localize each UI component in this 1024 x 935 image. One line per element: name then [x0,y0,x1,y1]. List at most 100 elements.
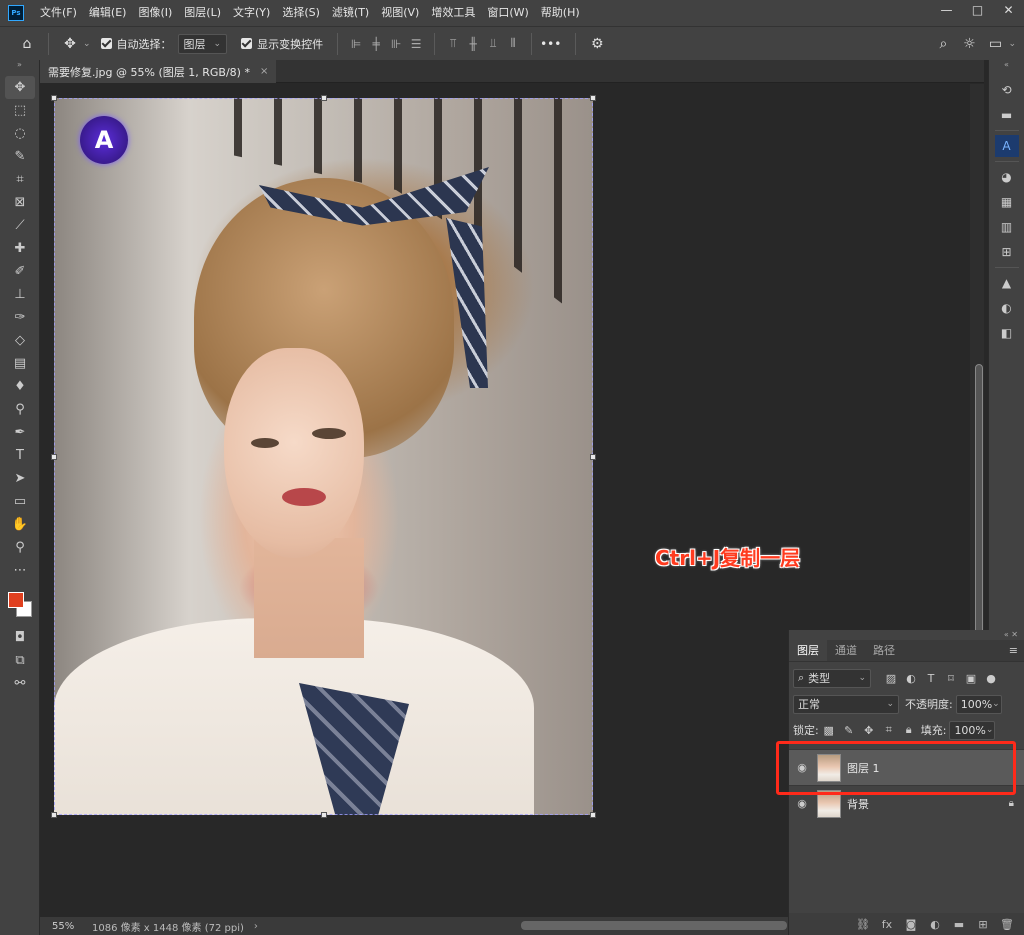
history-panel-icon[interactable]: ⟲ [995,79,1019,101]
eyedropper-tool-icon[interactable]: ⟋ [5,214,35,237]
move-tool-icon[interactable]: ✥ [5,76,35,99]
hand-tool-icon[interactable]: ✋ [5,513,35,536]
transform-handle[interactable] [51,454,57,460]
delete-layer-icon[interactable]: 🗑︎ [995,918,1019,931]
close-tab-icon[interactable]: × [260,66,268,77]
status-arrow-icon[interactable]: › [254,921,258,932]
adjustment-layer-icon[interactable]: ◐ [923,918,947,931]
transform-handle[interactable] [590,454,596,460]
frame-tool-icon[interactable]: ⊠ [5,191,35,214]
align-center-h-icon[interactable]: ╪ [366,34,386,54]
brightness-icon[interactable]: ☼ [956,31,982,57]
transform-handle[interactable] [321,95,327,101]
lock-transparent-icon[interactable]: ▩ [819,721,839,739]
rectangle-tool-icon[interactable]: ▭ [5,490,35,513]
tab-layers[interactable]: 图层 [789,640,827,661]
align-right-icon[interactable]: ⊪ [386,34,406,54]
filter-pixel-icon[interactable]: ▨ [881,669,901,687]
home-icon[interactable]: ⌂ [14,31,40,57]
align-bottom-icon[interactable]: ⫫ [483,34,503,54]
swatches-panel-icon[interactable]: ▦ [995,191,1019,213]
lock-all-icon[interactable]: 🔒︎ [899,721,919,739]
properties-panel-icon[interactable]: ◧ [995,322,1019,344]
menu-window[interactable]: 窗口(W) [481,0,534,26]
gear-icon[interactable]: ⚙ [584,31,610,57]
search-icon[interactable]: ⌕ [930,31,956,57]
gradient-tool-icon[interactable]: ▤ [5,352,35,375]
layer-filter-dropdown[interactable]: ⌕ 类型 ⌄ [793,668,871,688]
history-brush-tool-icon[interactable]: ✑ [5,306,35,329]
align-left-icon[interactable]: ⊫ [346,34,366,54]
filter-shape-icon[interactable]: ⌑ [941,669,961,687]
edit-toolbar-icon[interactable]: ⚯ [5,672,35,695]
collapse-layers-icon[interactable]: « ✕ [789,630,1024,640]
quick-mask-icon[interactable]: ◘ [5,626,35,649]
pen-tool-icon[interactable]: ✒ [5,421,35,444]
align-top-icon[interactable]: ⫪ [443,34,463,54]
chevron-down-icon[interactable]: ⌄ [1008,39,1016,49]
menu-select[interactable]: 选择(S) [276,0,326,26]
panel-menu-icon[interactable]: ≡ [1009,640,1024,661]
tab-channels[interactable]: 通道 [827,640,865,661]
transform-bounding-box[interactable] [51,95,596,818]
eraser-tool-icon[interactable]: ◇ [5,329,35,352]
close-window-button[interactable]: ✕ [993,0,1024,20]
opacity-input[interactable]: 100% ⌄ [955,694,1002,714]
path-selection-tool-icon[interactable]: ➤ [5,467,35,490]
zoom-level[interactable]: 55% [40,921,80,932]
gradients-panel-icon[interactable]: ▥ [995,216,1019,238]
document-tab[interactable]: 需要修复.jpg @ 55% (图层 1, RGB/8) * × [40,60,277,83]
add-mask-icon[interactable]: ◙ [899,918,923,931]
marquee-tool-icon[interactable]: ⬚ [5,99,35,122]
lock-image-icon[interactable]: ✎ [839,721,859,739]
adjustments-panel-icon[interactable]: ◐ [995,297,1019,319]
fx-icon[interactable]: fx [875,918,899,931]
libraries-panel-icon[interactable]: ▲ [995,272,1019,294]
lock-position-icon[interactable]: ✥ [859,721,879,739]
menu-type[interactable]: 文字(Y) [227,0,276,26]
lock-artboard-icon[interactable]: ⌗ [879,721,899,739]
collapse-toolbar-icon[interactable]: » [0,60,39,76]
auto-select-checkbox[interactable] [100,38,112,49]
filter-type-icon[interactable]: T [921,669,941,687]
menu-edit[interactable]: 编辑(E) [83,0,133,26]
zoom-tool-icon[interactable]: ⚲ [5,536,35,559]
workspace-icon[interactable]: ▭ [982,31,1008,57]
eye-icon[interactable]: ◉ [789,797,815,810]
show-transform-checkbox[interactable] [241,38,253,49]
auto-select-dropdown[interactable]: 图层 ⌄ [177,33,228,54]
color-panel-icon[interactable]: ◕ [995,166,1019,188]
menu-plugins[interactable]: 增效工具 [425,0,481,26]
quick-selection-tool-icon[interactable]: ✎ [5,145,35,168]
link-layers-icon[interactable]: ⛓ [851,918,875,931]
align-middle-v-icon[interactable]: ╫ [463,34,483,54]
blend-mode-dropdown[interactable]: 正常 ⌄ [793,694,899,714]
menu-file[interactable]: 文件(F) [34,0,83,26]
stamp-tool-icon[interactable]: ⊥ [5,283,35,306]
menu-view[interactable]: 视图(V) [375,0,425,26]
blur-tool-icon[interactable]: ♦ [5,375,35,398]
filter-adjustment-icon[interactable]: ◐ [901,669,921,687]
minimize-button[interactable]: — [931,0,962,20]
filter-toggle-icon[interactable]: ● [981,669,1001,687]
transform-handle[interactable] [590,95,596,101]
patterns-panel-icon[interactable]: ⊞ [995,241,1019,263]
new-layer-icon[interactable]: ⊞ [971,918,995,931]
brush-tool-icon[interactable]: ✐ [5,260,35,283]
transform-handle[interactable] [51,812,57,818]
foreground-color-swatch[interactable] [8,592,24,608]
move-icon[interactable]: ✥ [57,31,83,57]
menu-layer[interactable]: 图层(L) [178,0,227,26]
tab-paths[interactable]: 路径 [865,640,903,661]
lasso-tool-icon[interactable]: ◌ [5,122,35,145]
collapse-panels-icon[interactable]: « [989,60,1024,76]
maximize-button[interactable]: □ [962,0,993,20]
distribute-h-icon[interactable]: ☰ [406,34,426,54]
transform-handle[interactable] [51,95,57,101]
plugin-a-icon[interactable]: A [994,135,1019,157]
healing-brush-tool-icon[interactable]: ✚ [5,237,35,260]
comments-panel-icon[interactable]: ▬ [995,104,1019,126]
crop-tool-icon[interactable]: ⌗ [5,168,35,191]
filter-smart-object-icon[interactable]: ▣ [961,669,981,687]
menu-image[interactable]: 图像(I) [132,0,178,26]
